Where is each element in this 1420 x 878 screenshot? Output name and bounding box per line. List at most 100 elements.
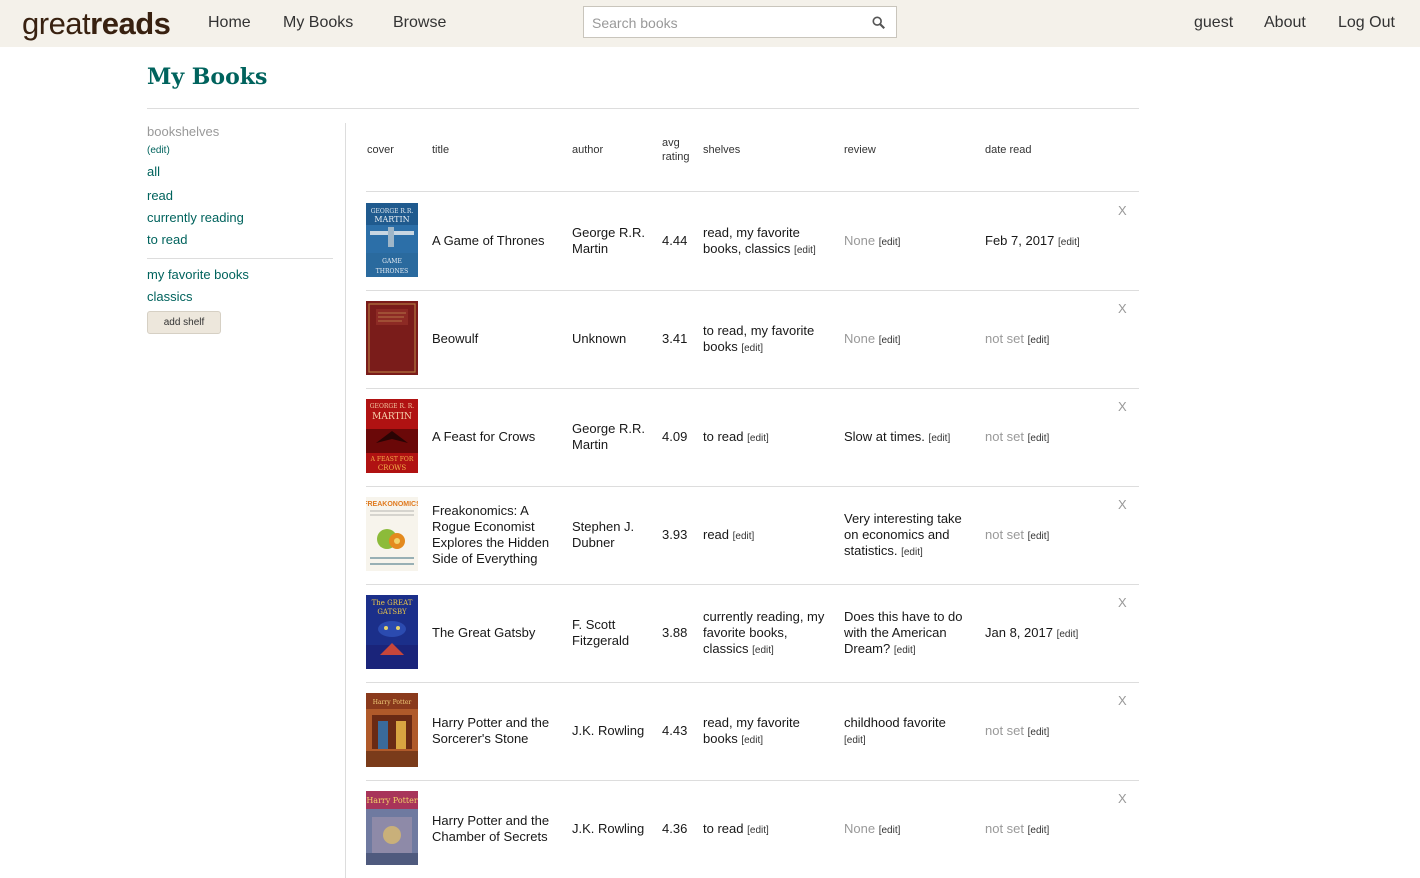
- shelf-link-classics[interactable]: classics: [147, 286, 333, 308]
- edit-review-link[interactable]: [edit]: [844, 735, 866, 746]
- book-review: None [edit]: [844, 233, 974, 251]
- column-header-avg-rating[interactable]: avg rating: [662, 136, 690, 164]
- shelf-link-all[interactable]: all: [147, 163, 333, 181]
- edit-review-link[interactable]: [edit]: [929, 433, 951, 444]
- column-header-avg-rating-line2: rating: [662, 151, 690, 163]
- remove-book-button[interactable]: X: [1118, 497, 1127, 512]
- edit-date-link[interactable]: [edit]: [1058, 237, 1080, 248]
- book-author[interactable]: J.K. Rowling: [572, 723, 652, 739]
- edit-date-link[interactable]: [edit]: [1028, 335, 1050, 346]
- book-author[interactable]: George R.R. Martin: [572, 225, 652, 257]
- remove-book-button[interactable]: X: [1118, 203, 1127, 218]
- logo-regular-text: great: [22, 6, 91, 41]
- cover-chamber-of-secrets-image: Harry Potter: [366, 791, 418, 865]
- book-review: childhood favorite [edit]: [844, 715, 956, 749]
- edit-date-link[interactable]: [edit]: [1057, 629, 1079, 640]
- edit-date-link[interactable]: [edit]: [1028, 825, 1050, 836]
- svg-text:GAME: GAME: [382, 258, 402, 265]
- book-title[interactable]: The Great Gatsby: [432, 625, 562, 641]
- svg-text:FREAKONOMICS: FREAKONOMICS: [366, 501, 418, 508]
- search-input[interactable]: [590, 11, 864, 35]
- book-title[interactable]: Harry Potter and the Chamber of Secrets: [432, 813, 562, 845]
- book-author[interactable]: J.K. Rowling: [572, 821, 652, 837]
- book-title[interactable]: Beowulf: [432, 331, 562, 347]
- svg-text:GEORGE R.R.: GEORGE R.R.: [371, 208, 414, 215]
- remove-book-button[interactable]: X: [1118, 301, 1127, 316]
- book-avg-rating: 3.93: [662, 527, 688, 542]
- book-title[interactable]: A Game of Thrones: [432, 233, 562, 249]
- book-author[interactable]: Unknown: [572, 331, 652, 347]
- book-shelves: to read [edit]: [703, 821, 833, 839]
- remove-book-button[interactable]: X: [1118, 399, 1127, 414]
- book-cover[interactable]: [366, 301, 418, 375]
- nav-guest-link[interactable]: guest: [1194, 13, 1233, 33]
- page-title: My Books: [147, 64, 268, 90]
- shelf-link-read[interactable]: read: [147, 185, 333, 207]
- edit-date-link[interactable]: [edit]: [1028, 531, 1050, 542]
- book-shelves: read [edit]: [703, 527, 833, 545]
- svg-text:THRONES: THRONES: [376, 268, 408, 275]
- book-title[interactable]: Freakonomics: A Rogue Economist Explores…: [432, 503, 560, 567]
- edit-review-link[interactable]: [edit]: [879, 237, 901, 248]
- column-header-review[interactable]: review: [844, 143, 876, 157]
- nav-browse-link[interactable]: Browse: [393, 13, 446, 33]
- site-logo[interactable]: greatreads: [22, 6, 171, 42]
- nav-about-link[interactable]: About: [1264, 13, 1306, 33]
- book-cover[interactable]: FREAKONOMICS: [366, 497, 418, 571]
- shelf-link-currently-reading[interactable]: currently reading: [147, 207, 333, 229]
- edit-review-link[interactable]: [edit]: [879, 825, 901, 836]
- add-shelf-button[interactable]: add shelf: [147, 311, 221, 334]
- top-navigation-bar: greatreads Home My Books Browse guest Ab…: [0, 0, 1420, 47]
- book-cover[interactable]: Harry Potter: [366, 693, 418, 767]
- edit-shelves-link[interactable]: [edit]: [747, 433, 769, 444]
- shelf-link-to-read[interactable]: to read: [147, 229, 333, 251]
- edit-review-link[interactable]: [edit]: [879, 335, 901, 346]
- remove-book-button[interactable]: X: [1118, 595, 1127, 610]
- edit-shelves-link[interactable]: [edit]: [747, 825, 769, 836]
- edit-review-link[interactable]: [edit]: [894, 645, 916, 656]
- edit-date-link[interactable]: [edit]: [1028, 727, 1050, 738]
- bookshelves-edit-link[interactable]: (edit): [147, 140, 333, 162]
- book-avg-rating: 4.09: [662, 429, 688, 444]
- book-author[interactable]: Stephen J. Dubner: [572, 519, 652, 551]
- edit-shelves-link[interactable]: [edit]: [794, 245, 816, 256]
- book-date-read-text: not set: [985, 821, 1025, 836]
- book-date-read-text: not set: [985, 331, 1025, 346]
- book-author[interactable]: F. Scott Fitzgerald: [572, 617, 652, 649]
- book-cover[interactable]: The GREAT GATSBY: [366, 595, 418, 669]
- column-header-shelves[interactable]: shelves: [703, 143, 740, 157]
- nav-my-books-link[interactable]: My Books: [283, 13, 353, 33]
- book-cover[interactable]: Harry Potter: [366, 791, 418, 865]
- edit-shelves-link[interactable]: [edit]: [752, 645, 774, 656]
- book-date-read-text: not set: [985, 723, 1025, 738]
- edit-date-link[interactable]: [edit]: [1028, 433, 1050, 444]
- edit-shelves-link[interactable]: [edit]: [733, 531, 755, 542]
- svg-text:MARTIN: MARTIN: [372, 412, 412, 422]
- remove-book-button[interactable]: X: [1118, 693, 1127, 708]
- book-title[interactable]: A Feast for Crows: [432, 429, 562, 445]
- edit-shelves-link[interactable]: [edit]: [741, 735, 763, 746]
- book-cover[interactable]: GEORGE R.R. MARTIN GAME THRONES: [366, 203, 418, 277]
- search-icon[interactable]: [872, 16, 885, 29]
- book-avg-rating: 3.88: [662, 625, 688, 640]
- nav-logout-link[interactable]: Log Out: [1338, 13, 1395, 33]
- nav-home-link[interactable]: Home: [208, 13, 251, 33]
- book-date-read: Jan 8, 2017 [edit]: [985, 625, 1115, 643]
- shelf-link-my-favorite-books[interactable]: my favorite books: [147, 264, 333, 286]
- book-date-read: not set [edit]: [985, 331, 1115, 349]
- column-header-cover[interactable]: cover: [367, 143, 394, 157]
- cover-beowulf-image: [366, 301, 418, 375]
- column-header-author[interactable]: author: [572, 143, 603, 157]
- edit-shelves-link[interactable]: [edit]: [741, 343, 763, 354]
- book-cover[interactable]: GEORGE R. R. MARTIN A FEAST FOR CROWS: [366, 399, 418, 473]
- table-row: Harry Potter Harry Potter and the Sorcer…: [366, 682, 1139, 780]
- edit-review-link[interactable]: [edit]: [901, 547, 923, 558]
- column-header-date-read[interactable]: date read: [985, 143, 1031, 157]
- table-row: The GREAT GATSBY The Great Gatsby F. Sco…: [366, 584, 1139, 682]
- sidebar-vertical-divider: [345, 123, 346, 878]
- cover-feast-for-crows-image: GEORGE R. R. MARTIN A FEAST FOR CROWS: [366, 399, 418, 473]
- book-author[interactable]: George R.R. Martin: [572, 421, 652, 453]
- book-title[interactable]: Harry Potter and the Sorcerer's Stone: [432, 715, 562, 747]
- column-header-title[interactable]: title: [432, 143, 449, 157]
- remove-book-button[interactable]: X: [1118, 791, 1127, 806]
